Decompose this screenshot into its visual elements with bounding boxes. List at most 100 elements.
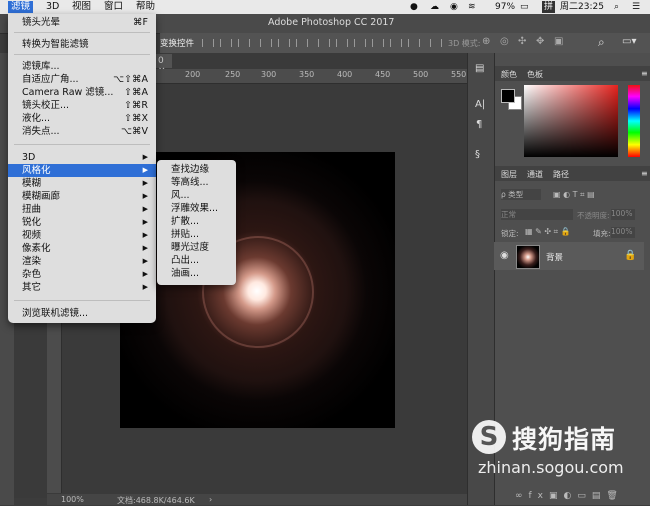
menu-view[interactable]: 视图: [72, 1, 91, 13]
zoom-level[interactable]: 100%: [61, 495, 84, 504]
tab-swatches[interactable]: 色板: [527, 69, 543, 80]
align-vcenter-icon[interactable]: [220, 39, 232, 47]
submenu-item-trace-contour[interactable]: 等高线...: [171, 176, 209, 189]
submenu-item-wind[interactable]: 风...: [171, 189, 190, 202]
menu-window[interactable]: 窗口: [104, 1, 123, 13]
menu-item-liquify[interactable]: 液化... ⇧⌘X: [8, 112, 156, 125]
submenu-item-diffuse[interactable]: 扩散...: [171, 215, 199, 228]
align-left-icon[interactable]: [260, 39, 272, 47]
layer-row[interactable]: ◉ 背景 🔒: [494, 242, 644, 270]
menu-item-vanishing-point[interactable]: 消失点... ⌥⌘V: [8, 125, 156, 138]
align-bottom-icon[interactable]: [238, 39, 250, 47]
menu-item-lens-correction[interactable]: 镜头校正... ⇧⌘R: [8, 99, 156, 112]
submenu-arrow-icon: ▶: [142, 153, 148, 161]
cloud-icon[interactable]: ☁: [430, 1, 439, 13]
menu-item-adaptive-wide-angle[interactable]: 自适应广角... ⌥⇧⌘A: [8, 73, 156, 86]
menu-item-other[interactable]: 其它 ▶: [8, 281, 156, 294]
submenu-item-oil-paint[interactable]: 油画...: [171, 267, 199, 280]
3d-slide-icon[interactable]: ✥: [536, 36, 544, 47]
distribute-left-icon[interactable]: [372, 39, 384, 47]
character-icon[interactable]: A|: [475, 99, 485, 110]
tab-layers[interactable]: 图层: [501, 169, 517, 180]
tab-channels[interactable]: 通道: [527, 169, 543, 180]
distribute-right-icon[interactable]: [408, 39, 420, 47]
ruler-label: 250: [225, 70, 241, 79]
filter-menu: 镜头光晕 ⌘F 转换为智能滤镜 滤镜库... 自适应广角... ⌥⇧⌘A Camer…: [8, 14, 156, 323]
layer-kind-filter[interactable]: ρ 类型: [501, 189, 541, 200]
search-icon[interactable]: ⌕: [598, 35, 605, 50]
blend-mode-select[interactable]: 正常: [501, 209, 573, 220]
filter-icons[interactable]: ▣ ◐ T ⌗ ▤: [553, 190, 595, 200]
battery-icon[interactable]: ▭: [520, 1, 529, 13]
camera-icon[interactable]: ◉: [450, 1, 458, 13]
menu-filter[interactable]: 滤镜: [8, 1, 34, 13]
fill-field[interactable]: 100%: [611, 227, 635, 238]
workspace-icon[interactable]: ▭▾: [622, 36, 636, 47]
eye-icon[interactable]: ◉: [500, 250, 509, 261]
distribute-hcenter-icon[interactable]: [390, 39, 402, 47]
3d-pan-icon[interactable]: ✣: [518, 36, 526, 47]
menu-item-stylize[interactable]: 风格化 ▶: [8, 164, 156, 177]
opacity-field[interactable]: 100%: [611, 209, 635, 220]
distribute-vcenter-icon[interactable]: [336, 39, 348, 47]
ruler-label: 200: [185, 70, 201, 79]
search-icon[interactable]: ⌕: [614, 1, 619, 13]
status-arrow-icon[interactable]: ›: [209, 495, 212, 504]
menu-item-blur[interactable]: 模糊 ▶: [8, 177, 156, 190]
menu-item-lens-flare[interactable]: 镜头光晕 ⌘F: [8, 16, 156, 29]
qq-icon[interactable]: ●: [410, 1, 418, 13]
lock-icon[interactable]: 🔒: [624, 250, 636, 261]
layer-name[interactable]: 背景: [546, 251, 563, 263]
align-right-icon[interactable]: [296, 39, 308, 47]
foreground-color-swatch[interactable]: [501, 89, 515, 103]
color-picker-field[interactable]: [524, 85, 618, 157]
menu-item-noise[interactable]: 杂色 ▶: [8, 268, 156, 281]
menu-item-3d[interactable]: 3D ▶: [8, 151, 156, 164]
menu-item-sharpen[interactable]: 锐化 ▶: [8, 216, 156, 229]
list-icon[interactable]: ☰: [632, 1, 640, 13]
window-title: Adobe Photoshop CC 2017: [268, 17, 395, 28]
panel-menu-icon[interactable]: ≡: [641, 69, 648, 78]
menu-item-browse-online[interactable]: 浏览联机滤镜...: [8, 307, 156, 320]
menu-item-video[interactable]: 视频 ▶: [8, 229, 156, 242]
3d-scale-icon[interactable]: ▣: [554, 36, 563, 47]
align-top-icon[interactable]: [202, 39, 214, 47]
menu-item-blur-gallery[interactable]: 模糊画廊 ▶: [8, 190, 156, 203]
menu-item-filter-gallery[interactable]: 滤镜库...: [8, 60, 156, 73]
tab-color[interactable]: 颜色: [501, 69, 517, 80]
menu-3d[interactable]: 3D: [46, 1, 59, 13]
hue-slider[interactable]: [628, 85, 640, 157]
stylize-submenu: 查找边缘 等高线... 风... 浮雕效果... 扩散... 拼贴... 曝光过…: [157, 160, 236, 285]
distribute-bottom-icon[interactable]: [354, 39, 366, 47]
clock[interactable]: 周二23:25: [560, 1, 604, 13]
menu-item-pixelate[interactable]: 像素化 ▶: [8, 242, 156, 255]
submenu-item-find-edges[interactable]: 查找边缘: [171, 163, 209, 176]
3d-rotate-icon[interactable]: ⊕: [482, 36, 490, 47]
tab-paths[interactable]: 路径: [553, 169, 569, 180]
panel-menu-icon[interactable]: ≡: [641, 169, 648, 178]
menu-item-camera-raw[interactable]: Camera Raw 滤镜... ⇧⌘A: [8, 86, 156, 99]
history-icon[interactable]: ▤: [475, 63, 484, 74]
submenu-item-emboss[interactable]: 浮雕效果...: [171, 202, 218, 215]
layer-action-icons[interactable]: ∞fx▣◐▭▤🗑: [515, 491, 624, 501]
submenu-item-tiles[interactable]: 拼贴...: [171, 228, 199, 241]
properties-icon[interactable]: §: [475, 149, 480, 160]
submenu-item-extrude[interactable]: 凸出...: [171, 254, 199, 267]
lock-icons[interactable]: ▦ ✎ ✣ ⌗ 🔒: [525, 227, 571, 237]
menu-help[interactable]: 帮助: [136, 1, 155, 13]
distribute-top-icon[interactable]: [318, 39, 330, 47]
align-hcenter-icon[interactable]: [278, 39, 290, 47]
input-method[interactable]: 拼: [542, 1, 556, 13]
menu-item-render[interactable]: 渲染 ▶: [8, 255, 156, 268]
3d-roll-icon[interactable]: ◎: [500, 36, 509, 47]
submenu-arrow-icon: ▶: [142, 283, 148, 291]
paragraph-icon[interactable]: ¶: [476, 119, 482, 130]
wifi-icon[interactable]: ≋: [468, 1, 476, 13]
auto-align-icon[interactable]: [430, 39, 442, 47]
menu-item-distort[interactable]: 扭曲 ▶: [8, 203, 156, 216]
submenu-item-solarize[interactable]: 曝光过度: [171, 241, 209, 254]
ruler-label: 400: [337, 70, 353, 79]
transform-controls-label[interactable]: 变换控件: [160, 37, 194, 49]
menu-item-convert-smart-filter[interactable]: 转换为智能滤镜: [8, 38, 156, 51]
submenu-arrow-icon: ▶: [142, 218, 148, 226]
